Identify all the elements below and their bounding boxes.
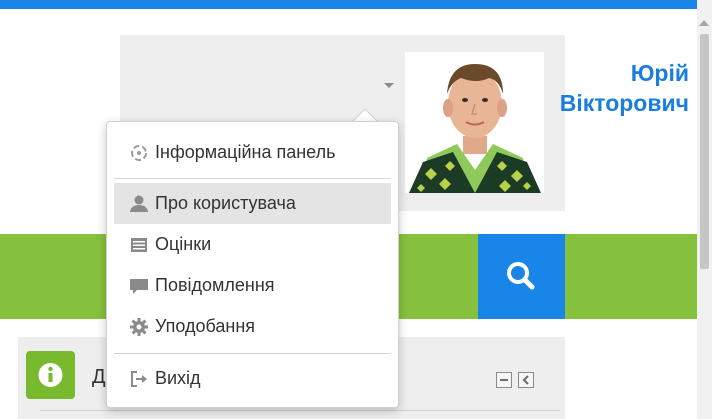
menu-item-grades[interactable]: Оцінки xyxy=(114,224,391,265)
menu-item-label: Інформаційна панель xyxy=(155,142,336,162)
grades-table-icon xyxy=(131,237,147,252)
dock-block-icon[interactable] xyxy=(518,372,534,388)
info-icon xyxy=(38,363,63,387)
message-bubble-icon xyxy=(130,278,148,294)
menu-item-label: Про користувача xyxy=(155,193,296,213)
logout-icon xyxy=(131,370,147,387)
block-controls xyxy=(496,372,538,388)
scroll-up-arrow-icon[interactable] xyxy=(699,20,709,26)
menu-divider xyxy=(114,353,391,354)
menu-item-messages[interactable]: Повідомлення xyxy=(114,265,391,306)
menu-item-logout[interactable]: Вихід xyxy=(114,358,391,399)
divider xyxy=(40,410,560,411)
avatar[interactable] xyxy=(405,52,544,193)
chevron-down-icon[interactable] xyxy=(384,83,394,88)
menu-item-dashboard[interactable]: Інформаційна панель xyxy=(114,132,391,173)
user-dropdown-menu: Інформаційна панель Про користувача Оцін… xyxy=(106,121,399,408)
menu-item-profile[interactable]: Про користувача xyxy=(114,183,391,224)
menu-item-label: Оцінки xyxy=(155,234,212,254)
top-accent-bar xyxy=(0,0,697,9)
search-button[interactable] xyxy=(478,234,565,319)
collapse-block-icon[interactable] xyxy=(496,372,512,388)
info-button[interactable] xyxy=(26,351,75,399)
gear-icon xyxy=(130,317,148,336)
menu-item-label: Уподобання xyxy=(155,316,256,336)
block-title: Д xyxy=(92,366,106,388)
menu-divider xyxy=(114,178,391,179)
menu-item-label: Вихід xyxy=(155,368,201,388)
search-icon xyxy=(507,262,535,290)
menu-item-label: Повідомлення xyxy=(155,275,275,295)
menu-item-preferences[interactable]: Уподобання xyxy=(114,306,391,347)
dashboard-icon xyxy=(131,144,147,161)
user-icon xyxy=(130,195,148,212)
